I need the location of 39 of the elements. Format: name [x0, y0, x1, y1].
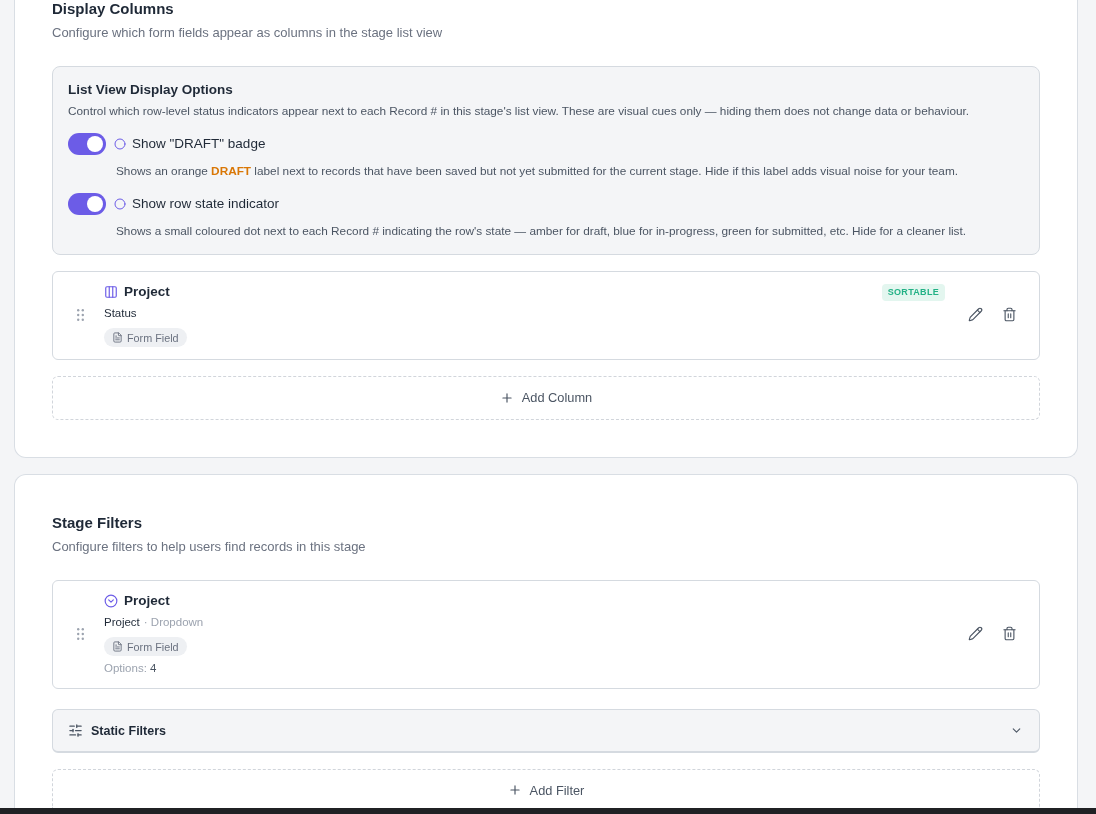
- field-name: Project: [104, 615, 140, 630]
- section-subtitle: Configure filters to help users find records in this stage: [52, 538, 367, 556]
- section-title: Stage Filters: [52, 514, 144, 532]
- options-count: Options: 4: [104, 661, 157, 676]
- toggle-label: Show row state indicator: [132, 195, 280, 213]
- toggle-switch[interactable]: [68, 193, 106, 215]
- toggle-label: Show "DRAFT" badge: [132, 135, 266, 153]
- option-description: Shows a small coloured dot next to each Record # indicating the row's state — amber for draft, blue for in-progress, green for submitted, etc. Hide for a cleaner list.: [116, 223, 968, 239]
- plus-icon: [499, 390, 514, 405]
- pencil-icon: [967, 626, 983, 641]
- sliders-icon: [68, 723, 83, 738]
- option-description: Shows an orange DRAFT label next to records that have been saved but not yet submitted for the current stage. Hide if this label adds visual noise for your team.: [116, 163, 959, 179]
- source-label: Form Field: [127, 331, 179, 344]
- drag-handle-icon[interactable]: [77, 627, 84, 640]
- static-filters-header[interactable]: Static Filters: [52, 709, 1040, 753]
- drag-handle-icon[interactable]: [77, 308, 84, 321]
- trash-icon: [1001, 307, 1017, 322]
- add-column-button[interactable]: Add Column: [52, 376, 1040, 420]
- document-icon: [112, 332, 123, 343]
- section-subtitle: Configure which form fields appear as columns in the stage list view: [52, 24, 444, 42]
- column-title: Project: [124, 283, 170, 301]
- add-filter-button[interactable]: Add Filter: [52, 769, 1040, 808]
- ring-icon: [114, 198, 126, 210]
- trash-icon: [1001, 626, 1017, 641]
- sortable-badge: SORTABLE: [881, 284, 945, 301]
- ring-icon: [114, 138, 126, 150]
- columns-icon: [104, 285, 118, 299]
- source-label: Form Field: [127, 640, 179, 653]
- document-icon: [112, 641, 123, 652]
- chevron-circle-icon: [104, 594, 118, 608]
- panel-description: Control which row-level status indicators appear next to each Record # in this stage's list view. These are visual cues only — hiding them does not change data or behaviour.: [68, 103, 971, 119]
- section-title: Display Columns: [52, 0, 175, 18]
- panel-title: List View Display Options: [68, 81, 234, 99]
- field-type: · Dropdown: [143, 615, 204, 630]
- field-name: Status: [104, 306, 137, 321]
- toggle-switch[interactable]: [68, 133, 106, 155]
- pencil-icon: [967, 307, 983, 322]
- filter-title: Project: [124, 592, 170, 610]
- plus-icon: [507, 783, 522, 797]
